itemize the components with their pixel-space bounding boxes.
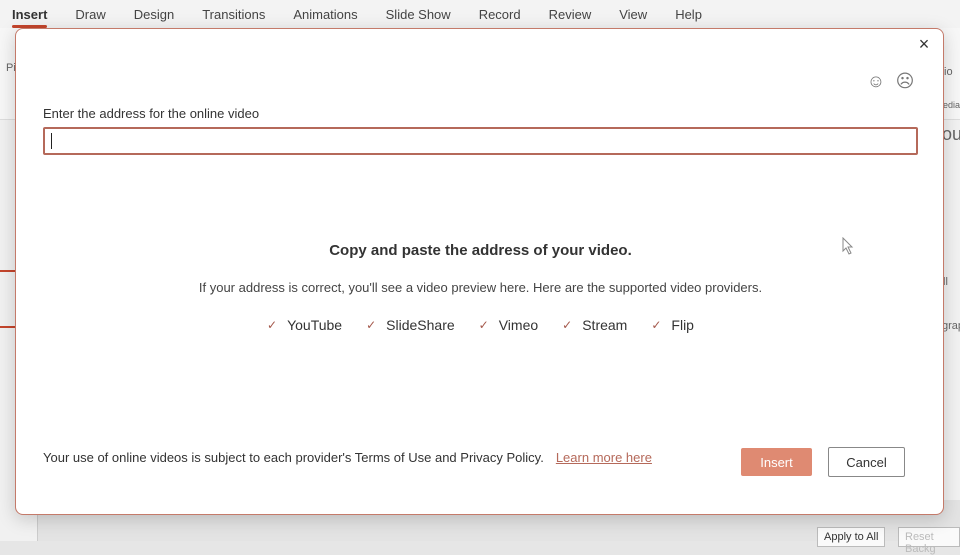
provider-label: Flip	[671, 317, 694, 333]
insert-button[interactable]: Insert	[741, 448, 812, 476]
hint-text: If your address is correct, you'll see a…	[198, 280, 763, 295]
learn-more-link[interactable]: Learn more here	[556, 450, 652, 465]
modal-overlay: × ☺ ☹ Enter the address for the online v…	[0, 0, 960, 541]
frown-feedback-icon[interactable]: ☹	[895, 71, 915, 91]
provider-label: Stream	[582, 317, 628, 333]
text-caret	[51, 133, 52, 149]
provider-item: ✓ SlideShare	[366, 317, 455, 333]
close-icon[interactable]: ×	[913, 33, 935, 55]
check-icon: ✓	[651, 318, 662, 332]
provider-label: YouTube	[287, 317, 343, 333]
provider-item: ✓ Stream	[562, 317, 627, 333]
provider-item: ✓ Flip	[651, 317, 694, 333]
provider-label: Vimeo	[498, 317, 539, 333]
online-video-dialog: × ☺ ☹ Enter the address for the online v…	[15, 28, 944, 515]
video-address-input[interactable]	[43, 127, 918, 155]
hint-title: Copy and paste the address of your video…	[329, 242, 632, 259]
provider-label: SlideShare	[386, 317, 455, 333]
provider-list: ✓ YouTube ✓ SlideShare ✓ Vimeo ✓ Stream ✓ Fli…	[16, 317, 945, 333]
check-icon: ✓	[478, 318, 489, 332]
cancel-button[interactable]: Cancel	[828, 447, 905, 477]
provider-item: ✓ YouTube	[267, 317, 342, 333]
provider-item: ✓ Vimeo	[479, 317, 539, 333]
terms-notice: Your use of online videos is subject to …	[43, 450, 652, 465]
check-icon: ✓	[562, 318, 573, 332]
smile-feedback-icon[interactable]: ☺	[866, 71, 886, 91]
address-label: Enter the address for the online video	[43, 106, 260, 121]
check-icon: ✓	[366, 318, 377, 332]
terms-text: Your use of online videos is subject to …	[43, 450, 544, 465]
check-icon: ✓	[267, 318, 278, 332]
mouse-pointer-icon	[842, 237, 854, 255]
